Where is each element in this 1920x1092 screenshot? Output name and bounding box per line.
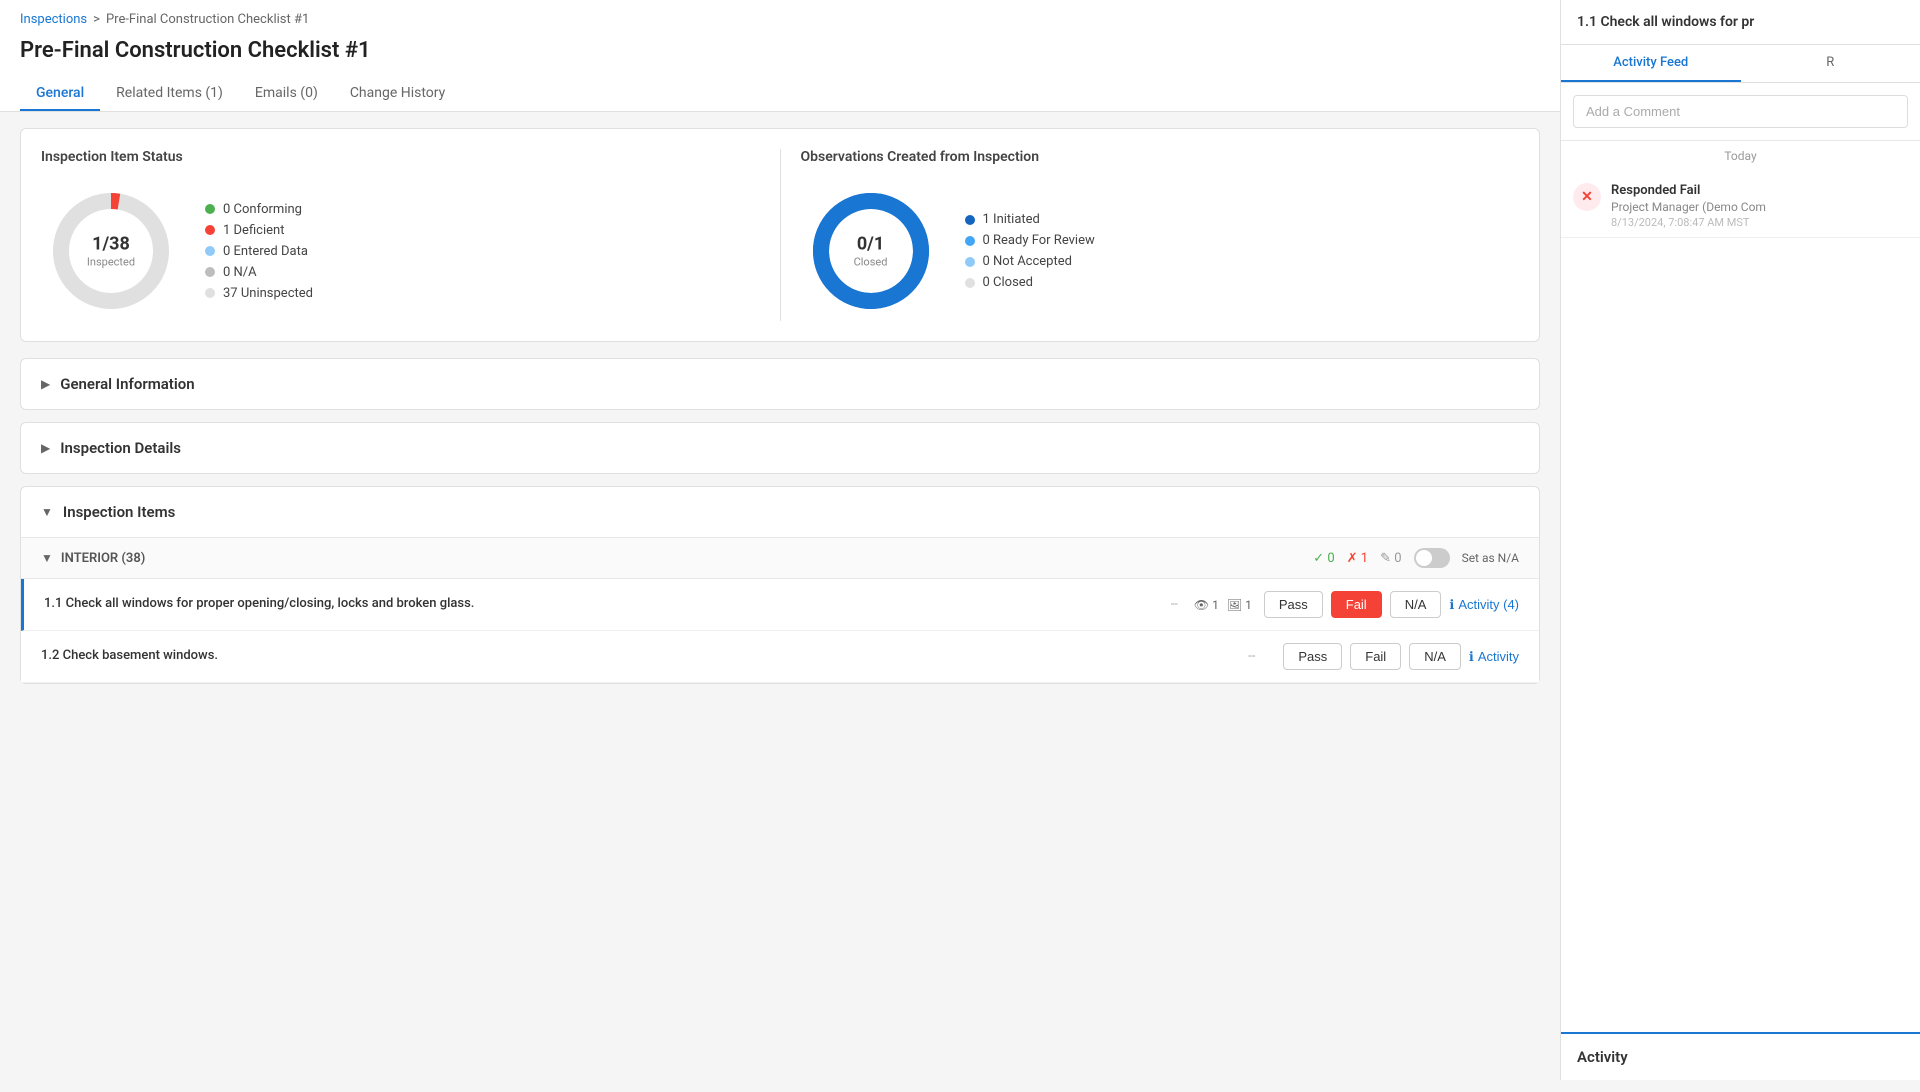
chevron-right-icon: ▶ (41, 377, 50, 391)
row-title-1-1: 1.1 Check all windows for proper opening… (44, 595, 1155, 613)
pass-button-1-1[interactable]: Pass (1264, 591, 1323, 618)
inspection-row-1-2: 1.2 Check basement windows. -- Pass Fail… (21, 631, 1539, 683)
chevron-right-icon-2: ▶ (41, 441, 50, 455)
breadcrumb-parent[interactable]: Inspections (20, 12, 87, 27)
feed-item-1: ✕ Responded Fail Project Manager (Demo C… (1561, 171, 1920, 238)
observations-status: Observations Created from Inspection 0/1… (801, 149, 1520, 321)
fail-button-1-1[interactable]: Fail (1331, 591, 1382, 618)
tab-related-items[interactable]: Related Items (1) (100, 77, 239, 111)
inspection-items-title: Inspection Items (63, 503, 175, 521)
feed-content-1: Responded Fail Project Manager (Demo Com… (1611, 183, 1908, 229)
na-button-1-2[interactable]: N/A (1409, 643, 1461, 670)
panel-tab-bar: Activity Feed R (1561, 45, 1920, 83)
inspection-item-status: Inspection Item Status 1/38 Inspected (41, 149, 760, 321)
inspection-row-1-1: 1.1 Check all windows for proper opening… (21, 579, 1539, 631)
observations-title: Observations Created from Inspection (801, 149, 1520, 165)
donut-main: 1/38 (87, 234, 135, 256)
feed-date: Today (1561, 141, 1920, 171)
inspection-details-header[interactable]: ▶ Inspection Details (21, 423, 1539, 473)
set-na-toggle[interactable] (1414, 548, 1450, 568)
activity-panel-title: Activity (1577, 1048, 1628, 1066)
right-panel: 1.1 Check all windows for pr Activity Fe… (1560, 0, 1920, 1080)
inspection-items-header[interactable]: ▼ Inspection Items (21, 487, 1539, 537)
inspection-details-section: ▶ Inspection Details (20, 422, 1540, 474)
na-button-1-1[interactable]: N/A (1390, 591, 1442, 618)
add-comment-area (1561, 83, 1920, 141)
fail-button-1-2[interactable]: Fail (1350, 643, 1401, 670)
row-actions-1-2: Pass Fail N/A ℹ Activity (1283, 643, 1519, 670)
page-title: Pre-Final Construction Checklist #1 (20, 38, 371, 63)
info-icon-2: ℹ (1469, 649, 1474, 665)
feed-title-1: Responded Fail (1611, 183, 1908, 198)
interior-actions: ✓ 0 ✗ 1 ✎ 0 Set as N/A (1313, 548, 1519, 568)
pass-button-1-2[interactable]: Pass (1283, 643, 1342, 670)
feed-subtitle-1: Project Manager (Demo Com (1611, 200, 1908, 214)
row-actions-1-1: Pass Fail N/A ℹ Activity (4) (1264, 591, 1519, 618)
panel-tab-related[interactable]: R (1741, 45, 1920, 82)
activity-button-1-1[interactable]: ℹ Activity (4) (1449, 597, 1519, 613)
feed-time-1: 8/13/2024, 7:08:47 AM MST (1611, 216, 1908, 229)
general-info-header[interactable]: ▶ General Information (21, 359, 1539, 409)
interior-chevron: ▼ (41, 551, 53, 565)
inspection-legend: 0 Conforming 1 Deficient 0 Entered Data … (205, 202, 313, 301)
feed-fail-icon: ✕ (1573, 183, 1601, 211)
general-info-title: General Information (60, 375, 194, 393)
obs-donut-main: 0/1 (854, 234, 888, 256)
tab-change-history[interactable]: Change History (334, 77, 461, 111)
info-icon: ℹ (1449, 597, 1454, 613)
tab-general[interactable]: General (20, 77, 100, 111)
add-comment-input[interactable] (1573, 95, 1908, 128)
breadcrumb-sep: > (93, 12, 100, 27)
activity-button-1-2[interactable]: ℹ Activity (1469, 649, 1519, 665)
obs-donut-sub: Closed (854, 255, 888, 268)
inspection-details-title: Inspection Details (60, 439, 181, 457)
donut-sub: Inspected (87, 255, 135, 268)
status-divider (780, 149, 781, 321)
row-icons-1-1: 👁 1 🖼 1 (1194, 598, 1252, 612)
activity-panel[interactable]: Activity (1561, 1032, 1920, 1080)
status-card: Inspection Item Status 1/38 Inspected (20, 128, 1540, 342)
breadcrumb-current: Pre-Final Construction Checklist #1 (106, 12, 309, 27)
inspection-items-card: ▼ Inspection Items ▼ INTERIOR (38) ✓ 0 ✗… (20, 486, 1540, 684)
observations-legend: 1 Initiated 0 Ready For Review 0 Not Acc… (965, 212, 1095, 290)
panel-tab-activity-feed[interactable]: Activity Feed (1561, 45, 1741, 82)
interior-title-text: INTERIOR (38) (61, 551, 145, 566)
right-panel-header: 1.1 Check all windows for pr (1561, 0, 1920, 45)
general-info-section: ▶ General Information (20, 358, 1540, 410)
inspection-status-title: Inspection Item Status (41, 149, 760, 165)
observations-donut: 0/1 Closed (801, 181, 941, 321)
set-na-label: Set as N/A (1462, 551, 1519, 565)
chevron-down-icon: ▼ (41, 505, 53, 519)
inspection-donut: 1/38 Inspected (41, 181, 181, 321)
tab-emails[interactable]: Emails (0) (239, 77, 334, 111)
interior-group-header: ▼ INTERIOR (38) ✓ 0 ✗ 1 ✎ 0 Set as N/A (21, 537, 1539, 579)
row-title-1-2: 1.2 Check basement windows. (41, 647, 1232, 665)
